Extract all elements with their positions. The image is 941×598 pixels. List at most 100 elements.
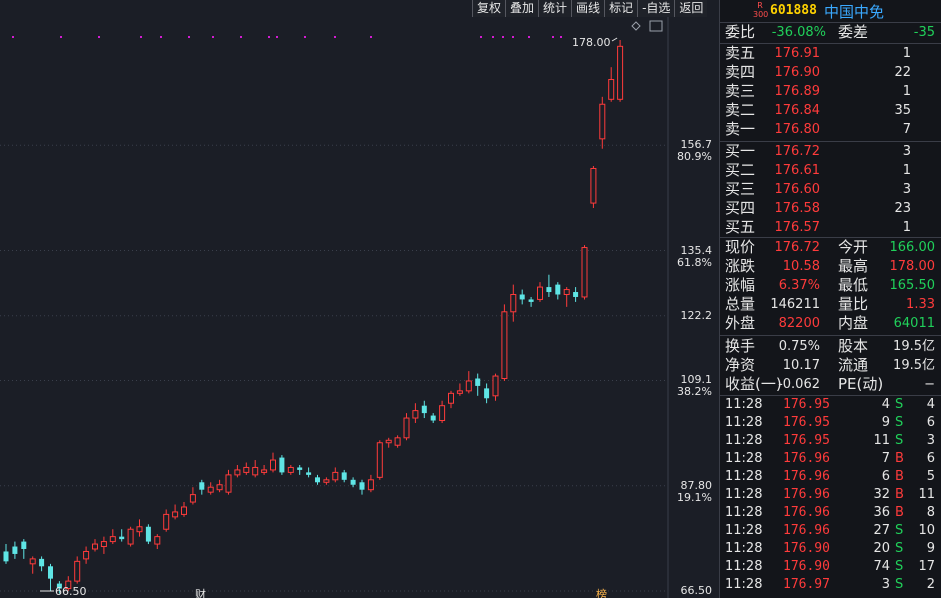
tick-volume: 11 (873, 433, 890, 448)
tick-row[interactable]: 11:28 176.97 3 S 2 (725, 576, 941, 594)
tick-row[interactable]: 11:28 176.95 11 S 3 (725, 432, 941, 450)
axis-price-label: 122.2 (680, 308, 713, 322)
tick-row[interactable]: 11:28 176.96 7 B 6 (725, 450, 941, 468)
ask-row[interactable]: 卖五 176.91 1 (725, 44, 941, 63)
stat-value: 64011 (893, 316, 935, 331)
candle-body (421, 405, 427, 414)
bid-price: 176.72 (774, 144, 821, 159)
candle-body (119, 536, 125, 540)
stat-value: 146211 (770, 297, 820, 312)
candlestick-chart[interactable]: 178.00 66.50 财 榜 (0, 0, 719, 598)
marker-dot (140, 36, 142, 38)
fund-value: -0.062 (778, 377, 820, 392)
candle-body (145, 526, 151, 542)
tick-row[interactable]: 11:28 176.96 27 S 10 (725, 522, 941, 540)
tick-count: 6 (926, 415, 935, 430)
bid-label: 买五 (725, 218, 756, 236)
bid-row[interactable]: 买五 176.57 1 (725, 218, 941, 237)
ask-row[interactable]: 卖二 176.84 35 (725, 101, 941, 120)
ask-row[interactable]: 卖三 176.89 1 (725, 82, 941, 101)
tick-count: 5 (926, 469, 935, 484)
list-event-marker: 榜 (596, 587, 607, 598)
bid-label: 买一 (725, 142, 756, 160)
high-price-label: 178.00 (572, 36, 611, 49)
back-button[interactable]: 返回 (674, 0, 708, 17)
fund-row: 净资 10.17 流通 19.5亿 (725, 356, 941, 375)
marker-dot (528, 36, 530, 38)
tick-row[interactable]: 11:28 176.95 9 S 6 (725, 414, 941, 432)
ask-price: 176.80 (774, 122, 821, 137)
statistics-button[interactable]: 统计 (538, 0, 572, 17)
tick-time: 11:28 (725, 397, 763, 412)
tick-row[interactable]: 11:28 176.96 6 B 5 (725, 468, 941, 486)
diamond-icon (631, 21, 641, 31)
candle-body (501, 311, 508, 380)
stock-name[interactable]: 中国中免 (824, 1, 884, 22)
bid-row[interactable]: 买一 176.72 3 (725, 142, 941, 161)
candle-body (181, 506, 187, 515)
bid-volume: 1 (902, 220, 911, 235)
bid-label: 买三 (725, 180, 756, 198)
tick-row[interactable]: 11:28 176.90 20 S 9 (725, 540, 941, 558)
restore-rights-button[interactable]: 复权 (472, 0, 506, 17)
mark-button[interactable]: 标记 (604, 0, 638, 17)
bid-label: 买二 (725, 161, 756, 179)
candle-body (261, 469, 268, 473)
tick-count: 2 (926, 577, 935, 592)
fund-label: 流通 (838, 356, 869, 374)
candle-body (484, 388, 490, 399)
tick-row[interactable]: 11:28 176.95 4 S 4 (725, 396, 941, 414)
draw-line-button[interactable]: 画线 (571, 0, 605, 17)
candle-body (519, 294, 525, 300)
marker-dot (160, 36, 162, 38)
tick-price: 176.95 (783, 415, 830, 430)
bid-row[interactable]: 买三 176.60 3 (725, 180, 941, 199)
stock-code[interactable]: 601888 (770, 3, 817, 18)
stat-label: 内盘 (838, 314, 869, 332)
candle-body (29, 558, 36, 565)
tick-volume: 74 (873, 559, 890, 574)
candle-body (528, 299, 534, 302)
stat-value: 82200 (778, 316, 820, 331)
marker-dot (212, 36, 214, 38)
ask-volume: 7 (902, 122, 911, 137)
fund-label: 收益(一) (725, 375, 782, 393)
tick-price: 176.96 (783, 505, 830, 520)
candle-body (581, 247, 588, 298)
quote-panel: R 300 601888 中国中免 委比 -36.08% 委差 -35 卖五 176… (719, 0, 941, 598)
candle-body (573, 292, 579, 297)
bid-row[interactable]: 买二 176.61 1 (725, 161, 941, 180)
tick-row[interactable]: 11:28 176.96 32 B 11 (725, 486, 941, 504)
stat-row: 总量 146211 量比 1.33 (725, 295, 941, 314)
tick-time: 11:28 (725, 577, 763, 592)
bid-price: 176.60 (774, 182, 821, 197)
remove-watchlist-button[interactable]: -自选 (637, 0, 675, 17)
tick-volume: 7 (881, 451, 890, 466)
ask-volume: 1 (902, 84, 911, 99)
ask-row[interactable]: 卖一 176.80 7 (725, 120, 941, 139)
marker-dot (492, 36, 494, 38)
bid-row[interactable]: 买四 176.58 23 (725, 199, 941, 218)
overlay-button[interactable]: 叠加 (505, 0, 539, 17)
candle-body (306, 472, 312, 475)
tick-count: 10 (918, 523, 935, 538)
tick-row[interactable]: 11:28 176.96 36 B 8 (725, 504, 941, 522)
fund-value: 0.75% (778, 339, 820, 354)
candle-body (332, 471, 339, 481)
candle-body (430, 415, 436, 421)
candle-body (21, 541, 27, 549)
weibi-label: 委比 (725, 23, 756, 41)
candle-body (279, 457, 285, 473)
ask-label: 卖五 (725, 44, 756, 62)
candle-body (376, 442, 383, 478)
marker-dot (188, 36, 190, 38)
candle-body (136, 526, 143, 533)
tick-volume: 27 (873, 523, 890, 538)
candle-body (48, 566, 53, 579)
tick-price: 176.96 (783, 523, 830, 538)
ask-row[interactable]: 卖四 176.90 22 (725, 63, 941, 82)
tick-time: 11:28 (725, 541, 763, 556)
tick-time: 11:28 (725, 523, 763, 538)
tick-row[interactable]: 11:28 176.90 74 S 17 (725, 558, 941, 576)
ask-price: 176.90 (774, 65, 821, 80)
